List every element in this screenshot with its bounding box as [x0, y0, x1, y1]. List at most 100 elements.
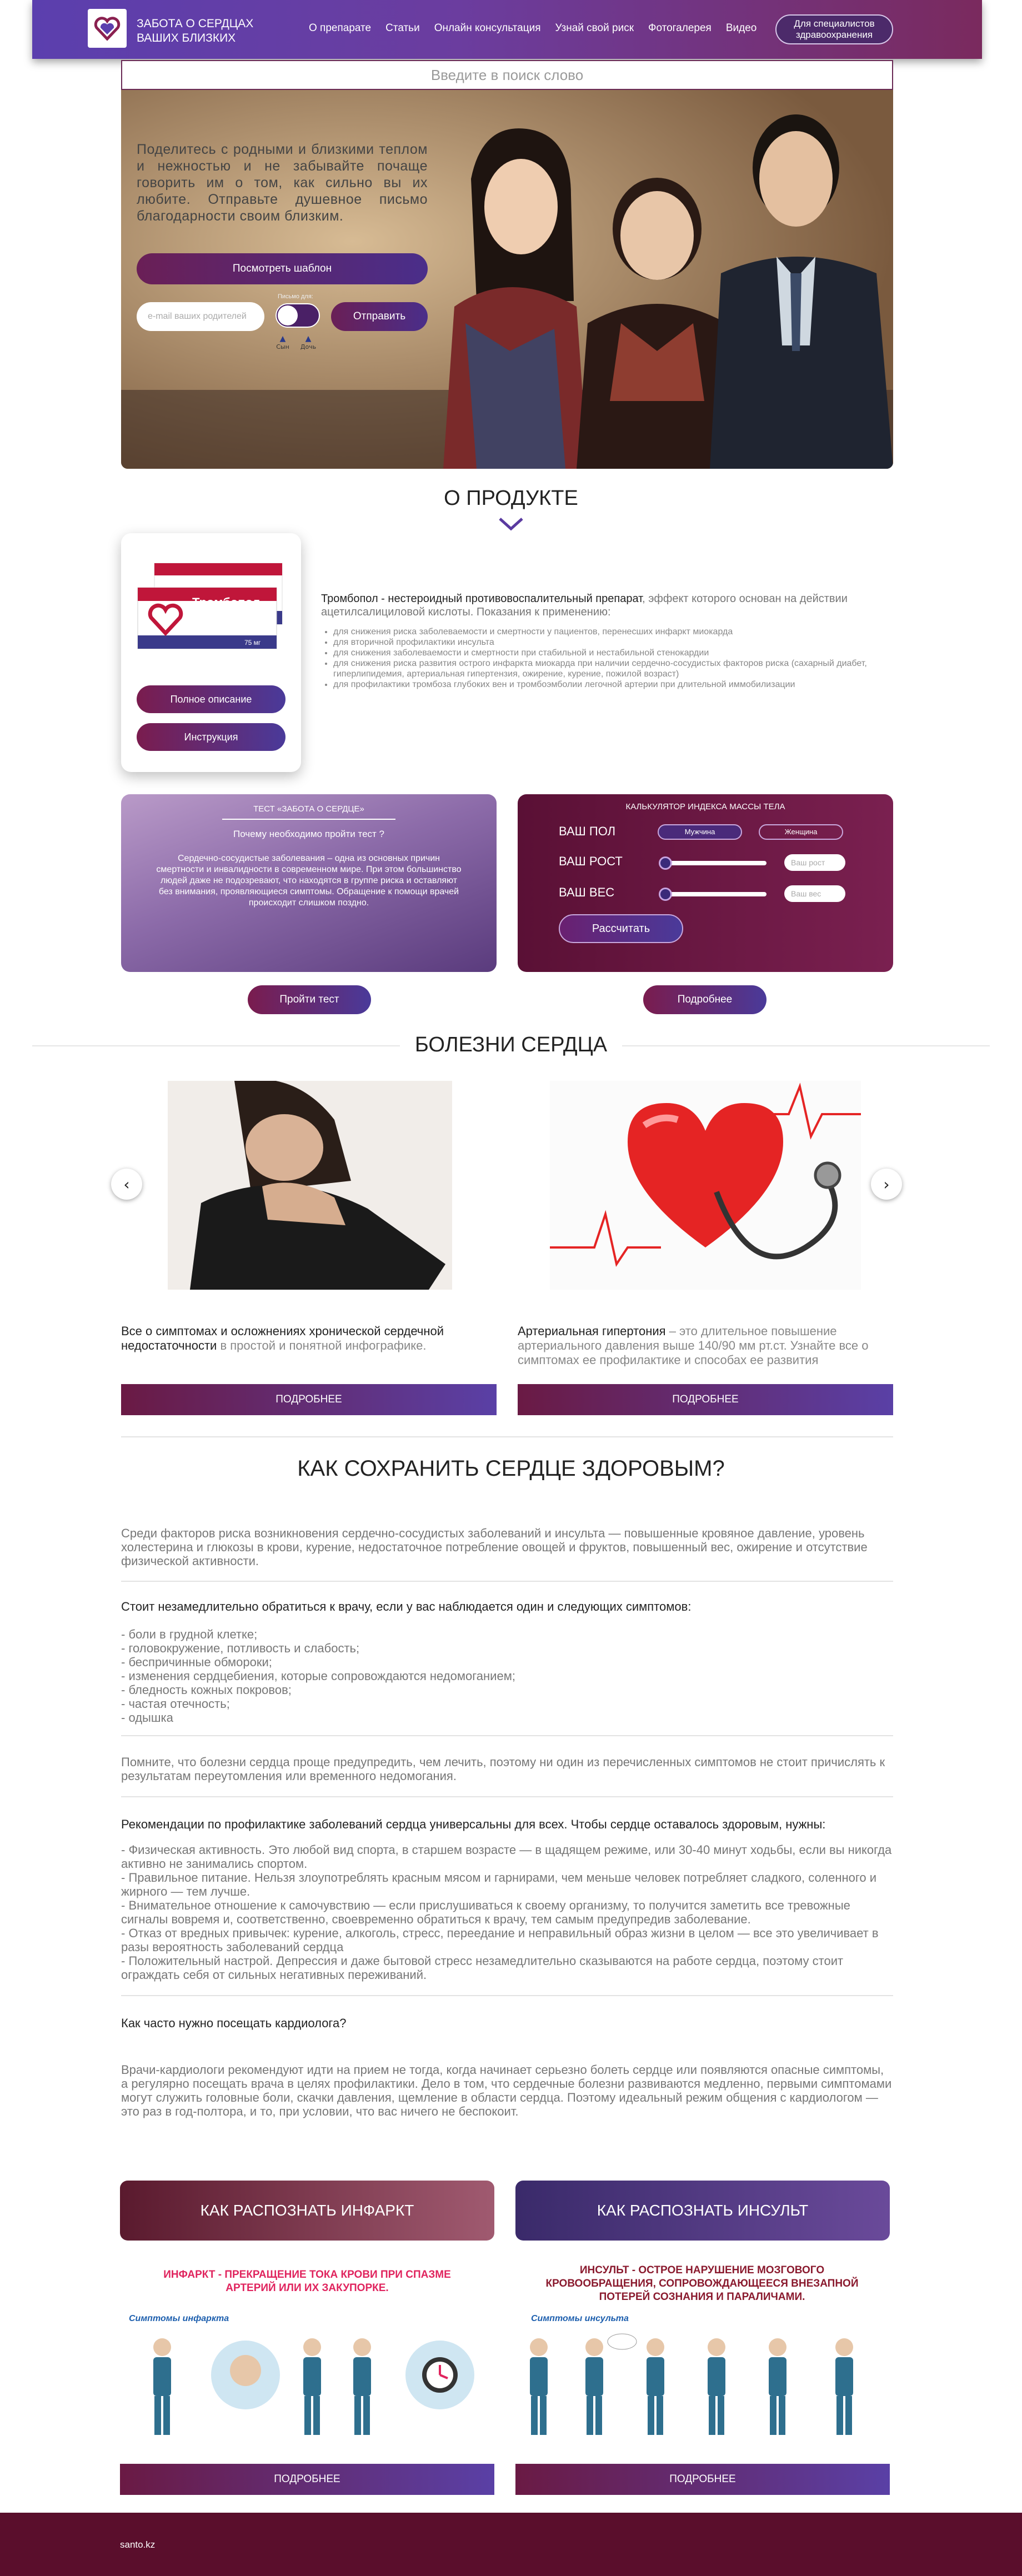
daughter-arrow-icon: ▲ [305, 334, 312, 343]
product-description-bold: Тромбопол - нестероидный противовоспалит… [321, 593, 643, 605]
article-title: КАК СОХРАНИТЬ СЕРДЦЕ ЗДОРОВЫМ? [297, 1456, 725, 1481]
list-item: - изменения сердцебиения, которые сопров… [121, 1669, 515, 1683]
list-item: - Отказ от вредных привычек: курение, ал… [121, 1926, 879, 1954]
article-paragraph: Помните, что болезни сердца проще предуп… [121, 1755, 885, 1783]
more-button[interactable]: ПОДРОБНЕЕ [518, 1384, 893, 1415]
nav-item-product[interactable]: О препарате [309, 22, 371, 34]
weight-input[interactable]: Ваш вес [784, 885, 845, 902]
height-label: ВАШ РОСТ [559, 854, 623, 868]
recommendations-list: - Физическая активность. Это любой вид с… [121, 1843, 893, 1982]
take-test-button[interactable]: Пройти тест [248, 985, 371, 1014]
list-item: - головокружение, потливость и слабость; [121, 1641, 360, 1655]
list-item: для снижения риска развития острого инфа… [333, 658, 884, 679]
list-item: - Правильное питание. Нельзя злоупотребл… [121, 1871, 877, 1898]
chevron-right-icon[interactable]: › [871, 1169, 902, 1200]
list-item: - боли в грудной клетке; [121, 1627, 258, 1641]
list-item: - Внимательное отношение к самочувствию … [121, 1898, 850, 1926]
daughter-label: ▲ Дочь [300, 334, 317, 350]
logo-text: ЗАБОТА О СЕРДЦАХ ВАШИХ БЛИЗКИХ [137, 17, 254, 44]
instruction-button[interactable]: Инструкция [137, 723, 285, 751]
nav-item-risk[interactable]: Узнай свой риск [555, 22, 634, 34]
son-daughter-toggle[interactable] [275, 303, 320, 328]
divider [121, 1581, 893, 1582]
nav-item-video[interactable]: Видео [726, 22, 757, 34]
article-paragraph: Врачи-кардиологи рекомендуют идти на при… [121, 2063, 892, 2118]
divider [121, 1796, 893, 1797]
infarct-more-button[interactable]: ПОДРОБНЕЕ [120, 2464, 494, 2495]
full-description-button[interactable]: Полное описание [137, 685, 285, 713]
calculate-button[interactable]: Рассчитать [559, 914, 683, 943]
chevron-down-icon[interactable] [498, 517, 524, 532]
search-input[interactable]: Введите в поиск слово [121, 60, 893, 90]
bmi-title: КАЛЬКУЛЯТОР ИНДЕКСА МАССЫ ТЕЛА [625, 802, 785, 811]
hypertension-image [550, 1081, 861, 1290]
infarct-info-title: ИНФАРКТ - ПРЕКРАЩЕНИЕ ТОКА КРОВИ ПРИ СПА… [163, 2269, 451, 2294]
nav-item-gallery[interactable]: Фотогалерея [648, 22, 712, 34]
stroke-infographic [517, 2331, 889, 2442]
hero-text: Поделитесь с родными и близкими теплом и… [137, 142, 428, 224]
son-arrow-icon: ▲ [279, 334, 286, 343]
stroke-info-title: ИНСУЛЬТ - ОСТРОЕ НАРУШЕНИЕ МОЗГОВОГО КРО… [545, 2264, 859, 2303]
infarct-infographic [129, 2331, 484, 2442]
disease-card-title[interactable]: Все о симптомах и осложнениях хроническо… [121, 1324, 482, 1353]
son-label: ▲ Сын [274, 334, 291, 350]
list-item: для профилактики тромбоза глубоких вен и… [333, 679, 884, 690]
recognize-infarct-header[interactable]: КАК РАСПОЗНАТЬ ИНФАРКТ [120, 2181, 494, 2241]
list-item: для снижения риска заболеваемости и смер… [333, 627, 884, 637]
disease-card-title-bold: Артериальная гипертония [518, 1324, 666, 1338]
product-section-title: О ПРОДУКТЕ [444, 487, 578, 510]
footer-site-link[interactable]: santo.kz [120, 2539, 155, 2550]
package-dose: 75 мг [244, 639, 261, 646]
package-name: Тромбопол [192, 595, 260, 609]
weight-label: ВАШ ВЕС [559, 885, 615, 899]
list-item: - бледность кожных покровов; [121, 1683, 292, 1697]
list-item: - Положительный настрой. Депрессия и даж… [121, 1954, 844, 1982]
height-input[interactable]: Ваш рост [784, 854, 845, 871]
disease-card-title[interactable]: Артериальная гипертония – это длительное… [518, 1324, 893, 1366]
bmi-more-button[interactable]: Подробнее [643, 985, 766, 1014]
recognize-stroke-header[interactable]: КАК РАСПОЗНАТЬ ИНСУЛЬТ [515, 2181, 890, 2241]
more-button[interactable]: ПОДРОБНЕЕ [121, 1384, 497, 1415]
chronic-heart-failure-image [168, 1081, 452, 1290]
list-item: - беспричинные обмороки; [121, 1655, 272, 1669]
list-item: - частая отечность; [121, 1697, 230, 1711]
toggle-label: Письмо для: [278, 293, 313, 300]
parents-email-input[interactable]: e-mail ваших родителей [137, 302, 264, 331]
divider [121, 1436, 893, 1437]
stroke-symptoms-label: Симптомы инсульта [531, 2314, 629, 2323]
male-button[interactable]: Мужчина [658, 824, 742, 840]
disease-card-title-rest: в простой и понятной инфографике. [217, 1339, 427, 1352]
send-button[interactable]: Отправить [331, 302, 428, 331]
indications-list: для снижения риска заболеваемости и смер… [329, 627, 884, 690]
test-title: ТЕСТ «ЗАБОТА О СЕРДЦЕ» [253, 804, 364, 814]
female-button[interactable]: Женщина [759, 824, 843, 840]
height-slider[interactable] [659, 856, 766, 870]
logo-heart-icon[interactable] [88, 9, 127, 48]
article-subheading: Как часто нужно посещать кардиолога? [121, 2016, 347, 2030]
divider [121, 1995, 893, 1996]
test-text: Сердечно-сосудистые заболевания – одна и… [156, 854, 462, 908]
bmi-calculator-card [518, 794, 893, 972]
list-item: - одышка [121, 1711, 173, 1725]
chevron-left-icon[interactable]: ‹ [111, 1169, 142, 1200]
infarct-symptoms-label: Симптомы инфаркта [129, 2314, 229, 2323]
list-item: для вторичной профилактики инсульта [333, 637, 884, 648]
gender-label: ВАШ ПОЛ [559, 824, 616, 838]
diseases-section-title: БОЛЕЗНИ СЕРДЦА [400, 1033, 622, 1057]
list-item: для снижения заболеваемости и смертности… [333, 648, 884, 658]
weight-slider[interactable] [659, 888, 766, 901]
divider [121, 1735, 893, 1736]
nav-item-articles[interactable]: Статьи [385, 22, 420, 34]
article-paragraph: Среди факторов риска возникновения серде… [121, 1526, 868, 1568]
view-template-button[interactable]: Посмотреть шаблон [137, 253, 428, 284]
stroke-more-button[interactable]: ПОДРОБНЕЕ [515, 2464, 890, 2495]
list-item: - Физическая активность. Это любой вид с… [121, 1843, 892, 1871]
divider [222, 819, 395, 820]
specialists-button[interactable]: Для специалистов здравоохранения [775, 14, 893, 44]
article-subheading: Стоит незамедлительно обратиться к врачу… [121, 1600, 692, 1613]
symptoms-list: - боли в грудной клетке; - головокружени… [121, 1627, 893, 1725]
article-subheading: Рекомендации по профилактике заболеваний… [121, 1817, 826, 1831]
main-nav: О препарате Статьи Онлайн консультация У… [309, 22, 757, 34]
nav-item-consultation[interactable]: Онлайн консультация [434, 22, 541, 34]
test-question: Почему необходимо пройти тест ? [233, 829, 384, 839]
